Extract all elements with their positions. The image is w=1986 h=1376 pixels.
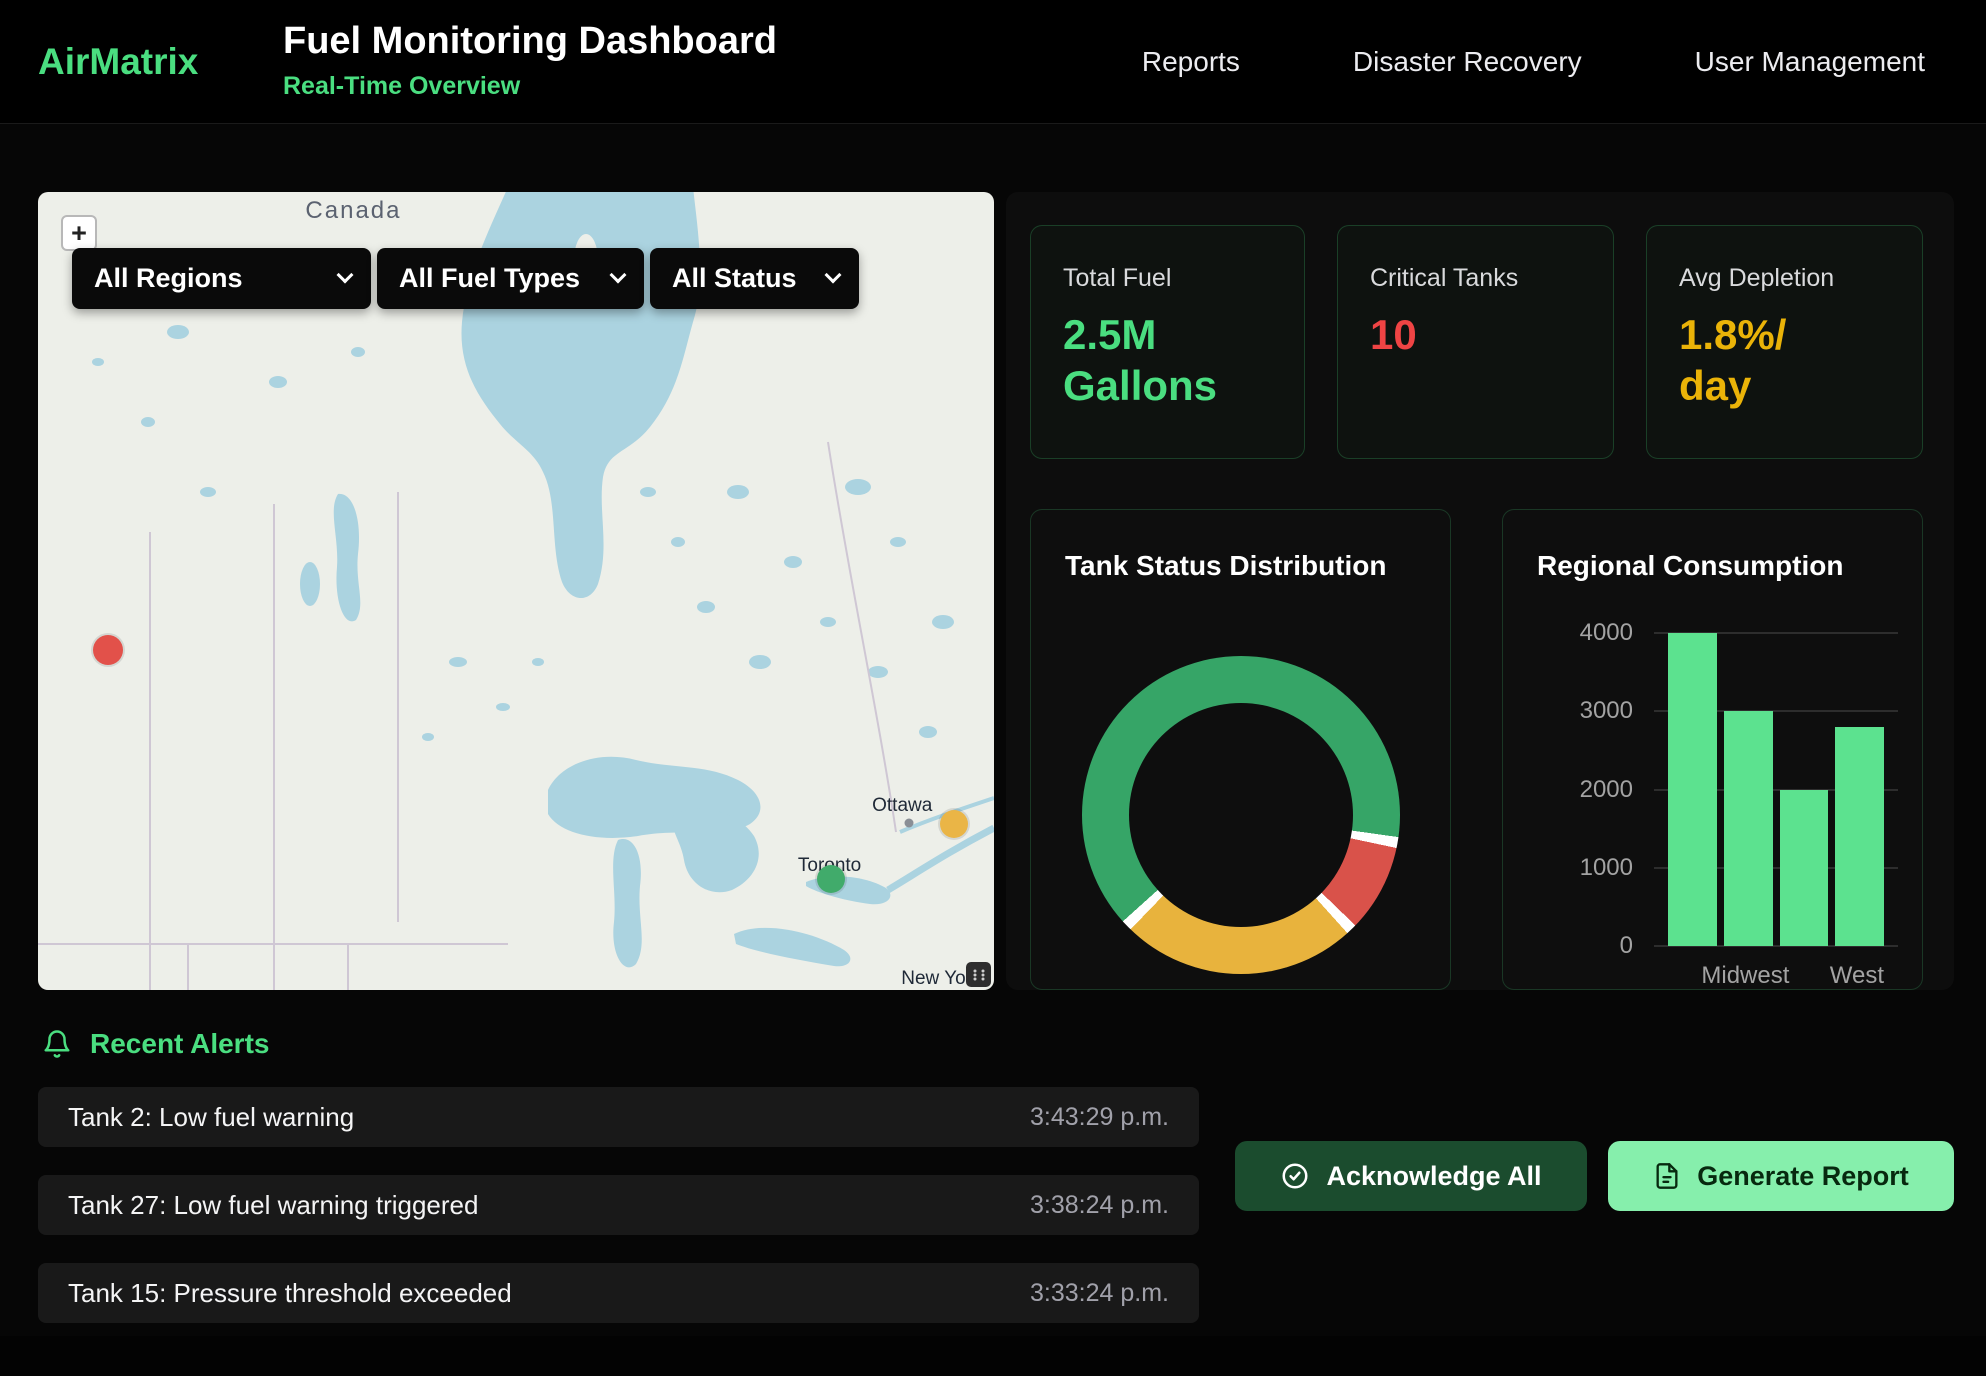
zoom-in-button[interactable]: +	[61, 215, 97, 251]
map-label-canada: Canada	[305, 197, 401, 225]
bar-series	[1654, 633, 1898, 946]
bar[interactable]	[1780, 790, 1829, 947]
metrics-panel: Total Fuel 2.5M Gallons Critical Tanks 1…	[1006, 192, 1954, 990]
donut-hole	[1129, 703, 1353, 927]
recent-alerts-title: Recent Alerts	[90, 1028, 269, 1060]
stat-label: Total Fuel	[1063, 264, 1272, 293]
stat-value: 2.5M Gallons	[1063, 309, 1272, 411]
x-tick-label: Midwest	[1701, 962, 1789, 990]
status-filter-value: All Status	[672, 263, 797, 294]
drag-dots-icon	[972, 968, 986, 982]
generate-report-label: Generate Report	[1697, 1161, 1909, 1192]
tank-marker-warning[interactable]	[940, 810, 968, 838]
recent-alerts-heading: Recent Alerts	[42, 1028, 269, 1060]
bar[interactable]	[1724, 711, 1773, 946]
chart-title: Tank Status Distribution	[1031, 510, 1450, 582]
y-tick-label: 1000	[1580, 854, 1633, 882]
alert-list-item[interactable]: Tank 27: Low fuel warning triggered 3:38…	[38, 1175, 1199, 1235]
acknowledge-all-button[interactable]: Acknowledge All	[1235, 1141, 1587, 1211]
map-label-ottawa: Ottawa	[872, 795, 932, 817]
alert-list-item[interactable]: Tank 15: Pressure threshold exceeded 3:3…	[38, 1263, 1199, 1323]
tank-status-distribution-card: Tank Status Distribution	[1030, 509, 1451, 990]
nav-user-management[interactable]: User Management	[1695, 46, 1925, 78]
regions-filter-dropdown[interactable]: All Regions	[72, 248, 371, 309]
bar-plot	[1654, 633, 1898, 946]
stat-card-total-fuel: Total Fuel 2.5M Gallons	[1030, 225, 1305, 459]
map-panel[interactable]: Canada Ottawa Toronto New York + All Reg…	[38, 192, 994, 990]
fuel-type-filter-dropdown[interactable]: All Fuel Types	[377, 248, 644, 309]
status-filter-dropdown[interactable]: All Status	[650, 248, 859, 309]
map-resize-handle[interactable]	[966, 962, 991, 987]
nav-disaster-recovery[interactable]: Disaster Recovery	[1353, 46, 1582, 78]
alert-text: Tank 2: Low fuel warning	[68, 1102, 354, 1133]
title-block: Fuel Monitoring Dashboard Real-Time Over…	[283, 20, 777, 101]
ottawa-town-dot-icon	[904, 819, 913, 828]
document-icon	[1653, 1162, 1681, 1190]
x-tick-label: West	[1830, 962, 1884, 990]
x-tick-label	[1796, 962, 1822, 990]
page-title: Fuel Monitoring Dashboard	[283, 20, 777, 63]
stat-label: Avg Depletion	[1679, 264, 1890, 293]
fuel-type-filter-value: All Fuel Types	[399, 263, 580, 294]
bar-y-axis: 01000200030004000	[1531, 633, 1643, 946]
map-filters: All Regions All Fuel Types All Status	[72, 248, 859, 309]
bar[interactable]	[1668, 633, 1717, 946]
y-tick-label: 2000	[1580, 776, 1633, 804]
stat-value: 10	[1370, 309, 1581, 360]
alert-text: Tank 27: Low fuel warning triggered	[68, 1190, 478, 1221]
bar-x-axis: Midwest West	[1654, 962, 1898, 990]
nav-reports[interactable]: Reports	[1142, 46, 1240, 78]
alert-text: Tank 15: Pressure threshold exceeded	[68, 1278, 512, 1309]
alert-time: 3:33:24 p.m.	[1030, 1279, 1169, 1308]
acknowledge-all-label: Acknowledge All	[1326, 1161, 1541, 1192]
chart-title: Regional Consumption	[1503, 510, 1922, 582]
x-tick-label	[1668, 962, 1694, 990]
donut-chart[interactable]	[1082, 656, 1400, 974]
stat-card-critical-tanks: Critical Tanks 10	[1337, 225, 1614, 459]
brand-logo[interactable]: AirMatrix	[38, 41, 198, 83]
generate-report-button[interactable]: Generate Report	[1608, 1141, 1954, 1211]
bar[interactable]	[1835, 727, 1884, 946]
chevron-down-icon	[610, 266, 627, 283]
tank-marker-normal[interactable]	[817, 865, 845, 893]
y-tick-label: 3000	[1580, 697, 1633, 725]
y-tick-label: 0	[1620, 932, 1633, 960]
page-subtitle: Real-Time Overview	[283, 72, 777, 101]
chevron-down-icon	[337, 266, 354, 283]
header: AirMatrix Fuel Monitoring Dashboard Real…	[0, 0, 1986, 124]
map-borders	[38, 442, 896, 990]
alert-time: 3:38:24 p.m.	[1030, 1191, 1169, 1220]
regions-filter-value: All Regions	[94, 263, 243, 294]
fuel-monitoring-dashboard: AirMatrix Fuel Monitoring Dashboard Real…	[0, 0, 1986, 1376]
check-circle-icon	[1280, 1161, 1310, 1191]
footer-strip	[0, 1336, 1986, 1376]
alert-time: 3:43:29 p.m.	[1030, 1103, 1169, 1132]
regional-consumption-card: Regional Consumption 0 1000 2000 3000 4000 M…	[1502, 509, 1923, 990]
stat-label: Critical Tanks	[1370, 264, 1581, 293]
y-tick-label: 4000	[1580, 619, 1633, 647]
stat-card-avg-depletion: Avg Depletion 1.8%/ day	[1646, 225, 1923, 459]
bell-icon	[42, 1029, 72, 1059]
stat-value: 1.8%/ day	[1679, 309, 1890, 411]
alert-list-item[interactable]: Tank 2: Low fuel warning 3:43:29 p.m.	[38, 1087, 1199, 1147]
tank-marker-critical[interactable]	[93, 635, 123, 665]
chevron-down-icon	[825, 266, 842, 283]
main-nav: Reports Disaster Recovery User Managemen…	[1142, 0, 1925, 123]
